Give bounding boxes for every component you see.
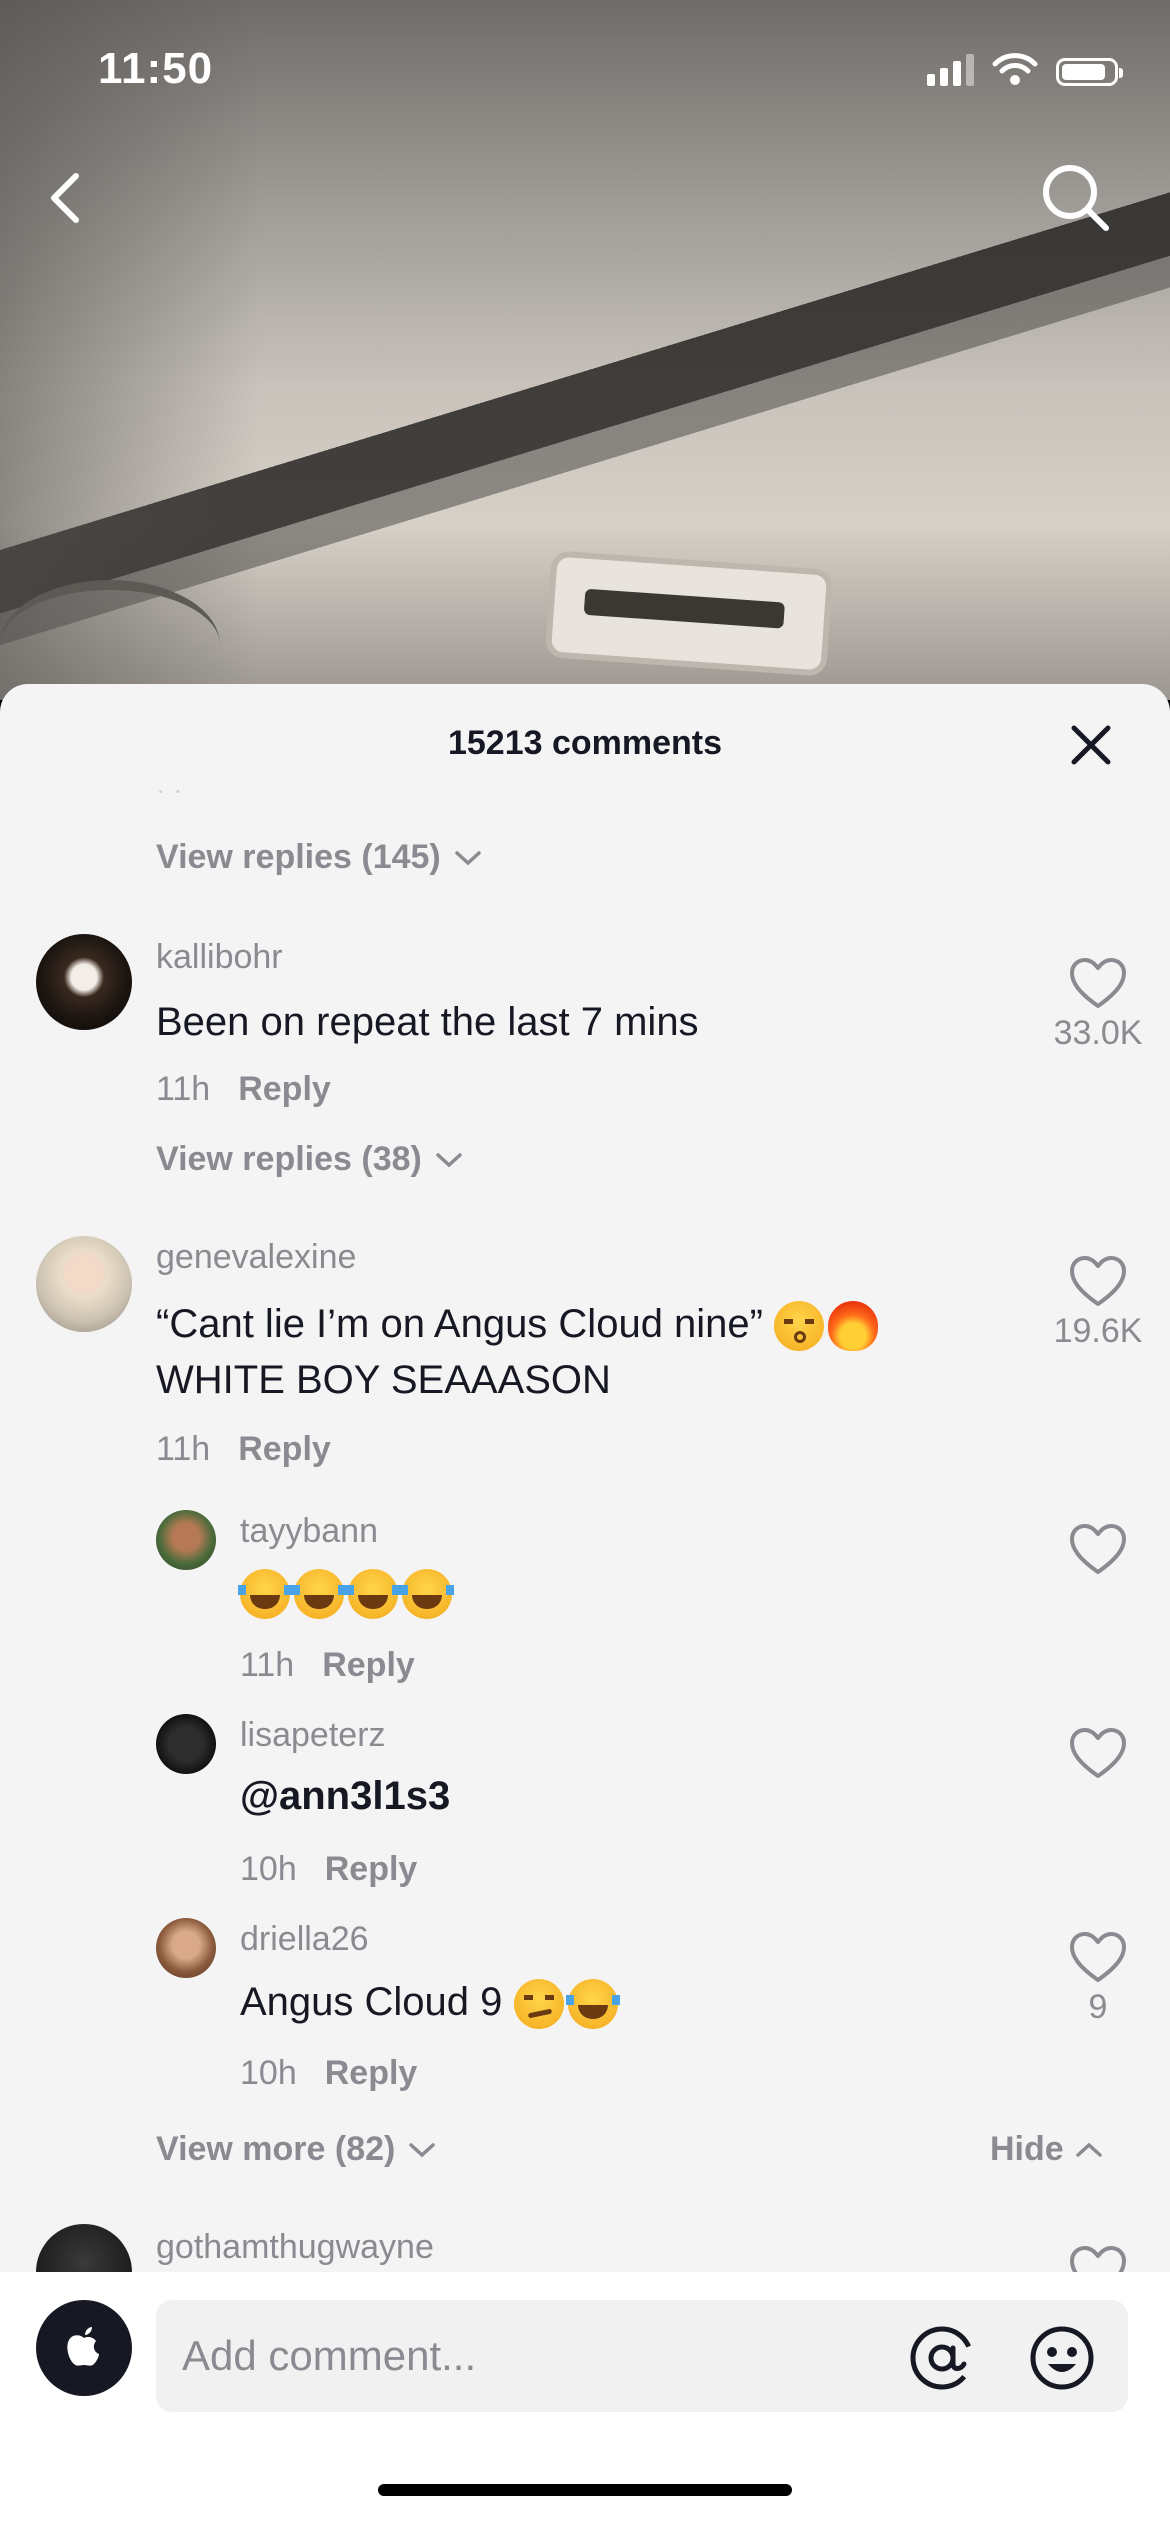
add-comment-input[interactable]: Add comment... bbox=[156, 2300, 1128, 2412]
comment-input-bar: Add comment... bbox=[0, 2272, 1170, 2532]
reply-button[interactable]: Reply bbox=[238, 1430, 331, 1469]
reply-button[interactable]: Reply bbox=[325, 2054, 418, 2093]
reply-username[interactable]: tayybann bbox=[240, 1512, 378, 1551]
comment-meta: 11h Reply bbox=[156, 1430, 331, 1469]
laughing-tears-emoji-icon bbox=[346, 1569, 400, 1620]
comment-text: “Cant lie I’m on Angus Cloud nine” WHITE… bbox=[156, 1296, 882, 1408]
chevron-up-icon bbox=[1075, 2142, 1102, 2157]
heart-icon[interactable] bbox=[1068, 1930, 1128, 1984]
reply-meta: 10h Reply bbox=[240, 1850, 417, 1889]
hide-label: Hide bbox=[990, 2130, 1064, 2168]
fire-emoji-icon bbox=[828, 1301, 879, 1352]
reply-button[interactable]: Reply bbox=[325, 1850, 418, 1889]
heart-icon[interactable] bbox=[1068, 1522, 1128, 1576]
laughing-tears-emoji-icon bbox=[292, 1569, 346, 1620]
home-indicator[interactable] bbox=[378, 2484, 792, 2496]
reply-text-emojis bbox=[238, 1564, 456, 1620]
comments-sheet[interactable]: 15213 comments · · View replies (145) ka… bbox=[0, 684, 1170, 2532]
chevron-down-icon bbox=[455, 850, 481, 865]
back-arrow-icon[interactable] bbox=[38, 160, 98, 236]
comment-text-line1: “Cant lie I’m on Angus Cloud nine” bbox=[156, 1302, 763, 1346]
cellular-signal-icon bbox=[927, 52, 974, 86]
status-time: 11:50 bbox=[98, 44, 214, 93]
comment-text: Been on repeat the last 7 mins bbox=[156, 1000, 699, 1044]
chevron-down-icon bbox=[409, 2142, 436, 2157]
wifi-icon bbox=[992, 53, 1038, 85]
comment-time: 11h bbox=[156, 1070, 211, 1108]
reply-username[interactable]: lisapeterz bbox=[240, 1716, 386, 1755]
heart-icon[interactable] bbox=[1068, 1726, 1128, 1780]
comment-meta: 11h Reply bbox=[156, 1070, 331, 1109]
comment-time: 11h bbox=[156, 1430, 211, 1468]
emoji-picker-icon[interactable] bbox=[1028, 2324, 1096, 2392]
mention-at-icon[interactable] bbox=[908, 2324, 976, 2392]
reply-text-mention[interactable]: @ann3l1s3 bbox=[240, 1768, 450, 1824]
video-visor-slot bbox=[583, 588, 785, 629]
reply-time: 10h bbox=[240, 1850, 297, 1888]
add-comment-placeholder: Add comment... bbox=[182, 2332, 477, 2379]
hide-replies-link[interactable]: Hide bbox=[990, 2130, 1104, 2169]
reply-username[interactable]: driella26 bbox=[240, 1920, 369, 1959]
avatar-lisapeterz[interactable] bbox=[156, 1714, 216, 1774]
reply-text: Angus Cloud 9 bbox=[240, 1974, 622, 2030]
close-icon[interactable] bbox=[1068, 722, 1114, 768]
laughing-tears-emoji-icon bbox=[400, 1569, 454, 1620]
comment-username[interactable]: genevalexine bbox=[156, 1238, 356, 1277]
smirk-emoji-icon bbox=[513, 1979, 564, 2030]
like-count: 33.0K bbox=[1053, 1014, 1143, 1052]
comment-text-line2: WHITE BOY SEAAASON bbox=[156, 1358, 611, 1402]
like-button[interactable]: 19.6K bbox=[1038, 1254, 1158, 1351]
view-more-replies-link[interactable]: View more (82) bbox=[156, 2130, 437, 2169]
reply-time: 10h bbox=[240, 2054, 297, 2092]
view-more-label: View more (82) bbox=[156, 2130, 396, 2168]
face-exhaling-emoji-icon bbox=[774, 1301, 825, 1352]
reply-meta: 10h Reply bbox=[240, 2054, 417, 2093]
comment-username[interactable]: kallibohr bbox=[156, 938, 283, 977]
apple-logo-icon bbox=[67, 2327, 99, 2366]
chevron-down-icon bbox=[436, 1152, 462, 1167]
like-button[interactable]: 33.0K bbox=[1038, 956, 1158, 1053]
heart-icon[interactable] bbox=[1068, 956, 1128, 1010]
view-replies-link[interactable]: View replies (145) bbox=[156, 838, 483, 877]
current-user-avatar[interactable] bbox=[36, 2300, 132, 2396]
like-button[interactable] bbox=[1038, 1726, 1158, 1780]
like-count: 9 bbox=[1088, 1988, 1108, 2026]
avatar-genevalexine[interactable] bbox=[36, 1236, 132, 1332]
faded-comment-text: · · bbox=[156, 774, 183, 805]
like-button[interactable]: 9 bbox=[1038, 1930, 1158, 2027]
laughing-tears-emoji-icon bbox=[238, 1569, 292, 1620]
comment-username[interactable]: gothamthugwayne bbox=[156, 2228, 434, 2267]
reply-meta: 11h Reply bbox=[240, 1646, 415, 1685]
search-icon[interactable] bbox=[1036, 158, 1116, 238]
video-visor-shape bbox=[544, 550, 834, 677]
status-icons bbox=[927, 52, 1123, 86]
reply-text-content: Angus Cloud 9 bbox=[240, 1980, 503, 2024]
avatar-tayybann[interactable] bbox=[156, 1510, 216, 1570]
like-count: 19.6K bbox=[1053, 1312, 1143, 1350]
view-replies-label: View replies (145) bbox=[156, 838, 441, 876]
battery-icon bbox=[1056, 58, 1123, 86]
avatar-kallibohr[interactable] bbox=[36, 934, 132, 1030]
reply-time: 11h bbox=[240, 1646, 295, 1684]
like-button[interactable] bbox=[1038, 1522, 1158, 1576]
heart-icon[interactable] bbox=[1068, 1254, 1128, 1308]
view-replies-label: View replies (38) bbox=[156, 1140, 422, 1178]
reply-button[interactable]: Reply bbox=[238, 1070, 331, 1109]
view-replies-link[interactable]: View replies (38) bbox=[156, 1140, 464, 1179]
avatar-driella26[interactable] bbox=[156, 1918, 216, 1978]
comments-count-title: 15213 comments bbox=[447, 724, 723, 762]
laughing-tears-emoji-icon bbox=[565, 1979, 620, 2030]
reply-button[interactable]: Reply bbox=[322, 1646, 415, 1685]
